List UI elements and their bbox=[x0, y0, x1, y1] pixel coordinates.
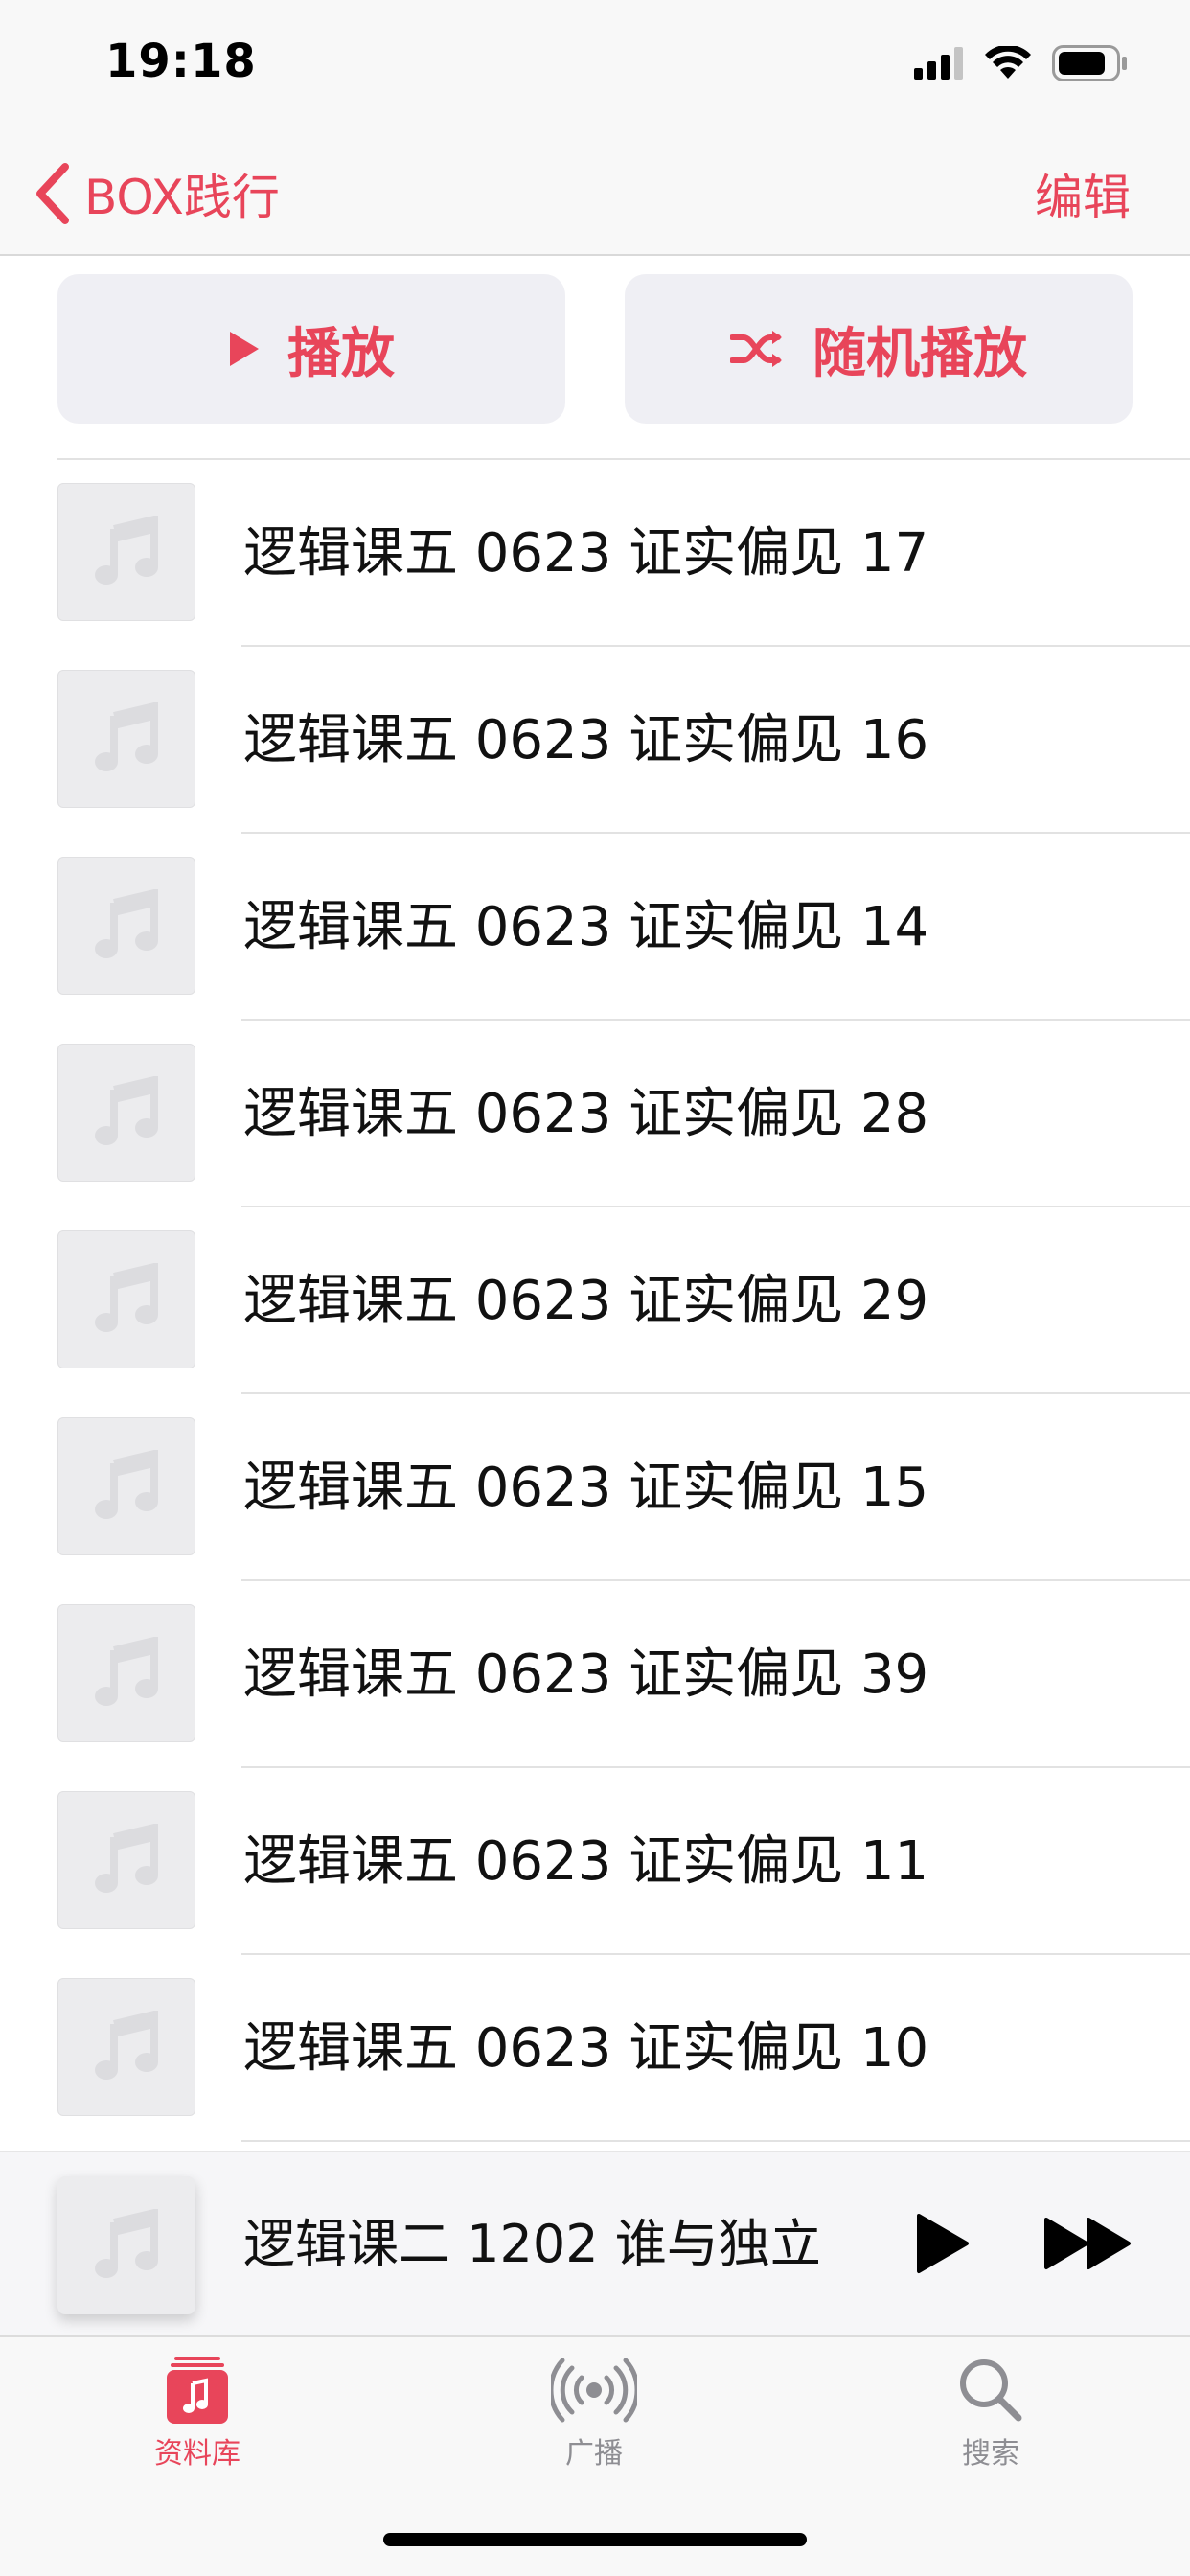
track-title: 逻辑课五 0623 证实偏见 29 bbox=[243, 1270, 929, 1332]
artwork-placeholder bbox=[57, 483, 195, 621]
track-row[interactable]: 逻辑课五 0623 证实偏见 28 bbox=[0, 1021, 1190, 1208]
play-icon bbox=[230, 332, 259, 366]
music-note-icon bbox=[95, 1263, 158, 1332]
track-row[interactable]: 逻辑课五 0623 证实偏见 17 bbox=[0, 460, 1190, 647]
now-playing-title: 逻辑课二 1202 谁与独立... bbox=[243, 2214, 818, 2274]
tab-search[interactable]: 搜索 bbox=[895, 2357, 1087, 2472]
row-divider bbox=[241, 2140, 1190, 2142]
artwork-placeholder bbox=[57, 1417, 195, 1555]
track-title: 逻辑课五 0623 证实偏见 39 bbox=[243, 1644, 929, 1706]
fast-forward-button[interactable] bbox=[1042, 2216, 1134, 2271]
music-note-icon bbox=[95, 2011, 158, 2080]
music-note-icon bbox=[95, 1450, 158, 1519]
edit-button[interactable]: 编辑 bbox=[1035, 155, 1131, 232]
track-title: 逻辑课五 0623 证实偏见 16 bbox=[243, 709, 929, 771]
now-playing-artwork bbox=[57, 2176, 195, 2314]
screen: 19:18 BOX践行 编辑 播放 随机播放 逻辑课五 0623 证实偏见 17… bbox=[0, 0, 1190, 2576]
track-row[interactable]: 逻辑课五 0623 证实偏见 39 bbox=[0, 1581, 1190, 1768]
cellular-signal-icon bbox=[914, 47, 963, 80]
track-row[interactable]: 逻辑课五 0623 证实偏见 16 bbox=[0, 647, 1190, 834]
artwork-placeholder bbox=[57, 670, 195, 808]
track-title: 逻辑课五 0623 证实偏见 17 bbox=[243, 522, 929, 585]
tab-library[interactable]: 资料库 bbox=[102, 2357, 293, 2472]
back-button-label: BOX践行 bbox=[84, 170, 280, 225]
tab-radio[interactable]: 广播 bbox=[498, 2357, 690, 2472]
track-title: 逻辑课五 0623 证实偏见 15 bbox=[243, 1457, 929, 1519]
play-button-label: 播放 bbox=[287, 322, 395, 385]
play-button[interactable]: 播放 bbox=[57, 274, 565, 424]
artwork-placeholder bbox=[57, 1044, 195, 1182]
music-note-icon bbox=[95, 1824, 158, 1893]
track-list: 逻辑课五 0623 证实偏见 17 逻辑课五 0623 证实偏见 16 逻辑课五… bbox=[0, 460, 1190, 2142]
chevron-left-icon bbox=[36, 163, 69, 224]
search-icon bbox=[960, 2359, 1022, 2422]
music-note-icon bbox=[95, 889, 158, 958]
navigation-bar: BOX践行 编辑 bbox=[0, 134, 1190, 256]
track-title: 逻辑课五 0623 证实偏见 10 bbox=[243, 2017, 929, 2080]
music-note-icon bbox=[95, 702, 158, 771]
battery-icon bbox=[1052, 45, 1127, 81]
back-button[interactable]: BOX践行 bbox=[34, 155, 280, 232]
shuffle-icon bbox=[730, 331, 782, 367]
wifi-icon bbox=[985, 46, 1031, 79]
music-note-icon bbox=[95, 1076, 158, 1145]
tab-library-label: 资料库 bbox=[154, 2437, 240, 2471]
track-row[interactable]: 逻辑课五 0623 证实偏见 15 bbox=[0, 1394, 1190, 1581]
artwork-placeholder bbox=[57, 1604, 195, 1742]
radio-icon bbox=[551, 2358, 637, 2423]
music-note-icon bbox=[95, 516, 158, 585]
track-row[interactable]: 逻辑课五 0623 证实偏见 10 bbox=[0, 1955, 1190, 2142]
music-note-icon bbox=[95, 2209, 158, 2278]
home-indicator bbox=[383, 2533, 807, 2546]
artwork-placeholder bbox=[57, 1230, 195, 1368]
track-row[interactable]: 逻辑课五 0623 证实偏见 29 bbox=[0, 1208, 1190, 1394]
artwork-placeholder bbox=[57, 857, 195, 995]
status-icons bbox=[914, 44, 1129, 82]
tab-radio-label: 广播 bbox=[565, 2437, 623, 2471]
artwork-placeholder bbox=[57, 1978, 195, 2116]
track-title: 逻辑课五 0623 证实偏见 28 bbox=[243, 1083, 929, 1145]
status-time: 19:18 bbox=[105, 34, 257, 88]
music-note-icon bbox=[95, 1637, 158, 1706]
mini-play-button[interactable] bbox=[915, 2212, 971, 2275]
track-row[interactable]: 逻辑课五 0623 证实偏见 14 bbox=[0, 834, 1190, 1021]
artwork-placeholder bbox=[57, 1791, 195, 1929]
track-row[interactable]: 逻辑课五 0623 证实偏见 11 bbox=[0, 1768, 1190, 1955]
status-bar: 19:18 bbox=[0, 0, 1190, 134]
shuffle-button-label: 随机播放 bbox=[812, 322, 1027, 385]
track-title: 逻辑课五 0623 证实偏见 11 bbox=[243, 1830, 929, 1893]
tab-search-label: 搜索 bbox=[962, 2437, 1019, 2471]
shuffle-button[interactable]: 随机播放 bbox=[625, 274, 1133, 424]
mini-player[interactable]: 逻辑课二 1202 谁与独立... bbox=[0, 2151, 1190, 2336]
track-title: 逻辑课五 0623 证实偏见 14 bbox=[243, 896, 929, 958]
library-icon bbox=[167, 2357, 228, 2424]
